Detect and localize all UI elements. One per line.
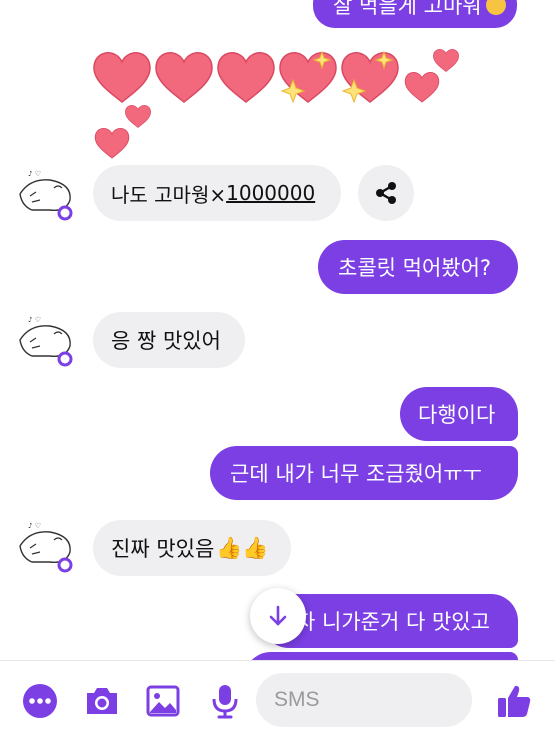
incoming-message[interactable]: 진짜 맛있음 👍👍 [93,520,291,576]
camera-button[interactable] [82,681,122,721]
message-thread[interactable]: 잘 먹을게 고마워 ♪ ♡ 나도 고마웡× 1000000 초콜릿 먹어봤어? … [0,0,555,660]
gallery-button[interactable] [143,681,183,721]
outgoing-message[interactable]: 잘 먹을게 고마워 [313,0,517,28]
more-button[interactable] [20,681,60,721]
share-button[interactable] [358,165,414,221]
incoming-message[interactable]: 응 짱 맛있어 [93,312,245,368]
microphone-icon [212,685,238,719]
contact-avatar[interactable]: ♪ ♡ [14,312,76,372]
message-text: 진짜 맛있음 [111,537,215,561]
message-text: 자 니가준거 다 맛있고 [296,610,490,634]
contact-avatar[interactable]: ♪ ♡ [14,518,76,578]
thumbs-up-icon [498,685,531,717]
outgoing-message[interactable]: 근데 내가 너무 조금줬어ㅠㅜ [210,446,518,500]
message-text: 나도 고마웡× [111,182,227,207]
svg-text:♪ ♡: ♪ ♡ [28,522,41,530]
camera-icon [87,688,117,714]
share-icon [376,182,396,204]
outgoing-message[interactable] [244,652,518,660]
hearts-sticker [93,49,459,159]
message-text: 응 짱 맛있어 [111,329,221,353]
message-input[interactable]: SMS [256,673,472,727]
number-link[interactable]: 1000000 [226,181,315,205]
incoming-message[interactable]: 나도 고마웡× 1000000 [93,165,341,221]
more-dots-icon [23,684,57,718]
message-input-placeholder: SMS [274,688,320,711]
contact-avatar[interactable]: ♪ ♡ [14,166,76,226]
message-text: 초콜릿 먹어봤어? [338,256,492,280]
outgoing-message[interactable]: 초콜릿 먹어봤어? [318,240,518,294]
message-text: 잘 먹을게 고마워 [333,0,482,18]
thumbs-up-emoji: 👍👍 [216,535,269,560]
arrow-down-icon [269,605,287,626]
message-text: 근데 내가 너무 조금줬어ㅠㅜ [230,462,482,486]
message-text: 다행이다 [418,403,496,427]
svg-text:♪ ♡: ♪ ♡ [28,170,41,178]
like-button[interactable] [494,681,534,721]
grin-emoji-icon [485,0,506,15]
scroll-to-bottom-button[interactable] [250,588,306,644]
outgoing-message[interactable]: 다행이다 [400,387,518,441]
image-icon [146,685,180,717]
svg-text:♪ ♡: ♪ ♡ [28,316,41,324]
voice-button[interactable] [205,681,245,721]
